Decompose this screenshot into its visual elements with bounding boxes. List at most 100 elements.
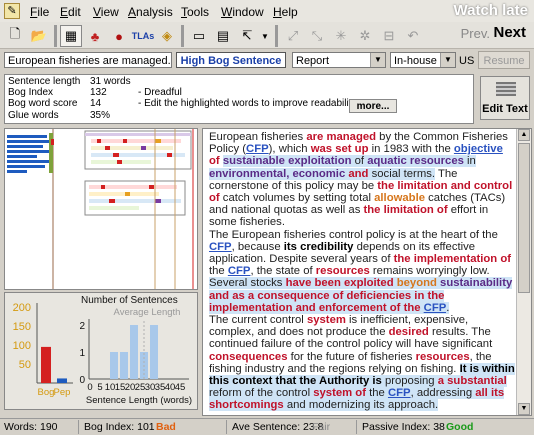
x-tick-label: Pep (54, 387, 71, 398)
menu-window[interactable]: Window (221, 5, 264, 19)
analyse-icon[interactable]: ▦ (60, 25, 82, 47)
sparkle-alt-icon[interactable]: ✲ (354, 25, 376, 47)
prev-button[interactable]: Prev. (461, 26, 490, 41)
highlighted-phrase[interactable]: CFP (387, 387, 411, 400)
audience-select[interactable]: In-house ▼ (390, 52, 456, 68)
undo-icon[interactable]: ↶ (402, 25, 424, 47)
new-document-icon[interactable]: 🗋 (4, 25, 26, 47)
highlighted-phrase[interactable]: proposing (381, 375, 438, 388)
resume-button[interactable]: Resume (478, 51, 530, 69)
highlighted-phrase[interactable]: beyond (396, 277, 437, 290)
document-text-pane[interactable]: European fisheries are managed by the Co… (202, 128, 532, 416)
highlighted-phrase[interactable]: Several stocks (209, 277, 286, 290)
highlighted-phrase[interactable]: a substantial (437, 375, 507, 388)
chevron-down-icon[interactable]: ▼ (370, 53, 385, 67)
grid-icon[interactable]: ▤ (212, 25, 234, 47)
highlighted-phrase[interactable]: CFP (423, 301, 447, 314)
x-tick-label: 30 (145, 382, 156, 393)
highlighted-phrase[interactable]: . (446, 301, 450, 314)
passive-rating: Good (446, 421, 474, 433)
style-icon[interactable]: ● (108, 25, 130, 47)
menu-edit[interactable]: Edit (60, 5, 81, 19)
highlighted-phrase[interactable]: desired (389, 326, 429, 338)
graphs-panel: 200 150 100 50 Bog Pep Number of Sentences Ave… (4, 292, 198, 410)
x-tick-label: 15 (115, 382, 126, 393)
highlighted-phrase[interactable]: CFP (209, 241, 232, 253)
highlighted-phrase[interactable]: are managed (306, 131, 376, 143)
text-run: European fisheries (209, 131, 307, 143)
highlighted-phrase[interactable]: of (351, 155, 368, 168)
highlighted-phrase[interactable]: have been exploited (285, 277, 394, 290)
open-folder-icon[interactable]: 📂 (28, 25, 50, 47)
highlighted-phrase[interactable]: , addressing (410, 387, 476, 400)
highlighted-phrase[interactable]: in (463, 155, 476, 168)
highlighted-phrase[interactable]: CFP (228, 265, 251, 277)
highlighted-phrase[interactable]: social terms. (371, 167, 436, 180)
y-tick-label: 0 (79, 375, 85, 386)
highlighted-phrase[interactable]: and as a consequence of deficiencies in … (209, 289, 445, 302)
highlighted-phrase[interactable]: aquatic resources (367, 155, 464, 168)
document-text[interactable]: European fisheries are managed by the Co… (209, 131, 515, 412)
highlighted-phrase[interactable]: of (209, 155, 223, 167)
highlighted-phrase[interactable]: objective (454, 143, 503, 155)
highlighted-phrase[interactable]: resources (416, 351, 470, 363)
highlighted-phrase[interactable]: consequences (209, 351, 287, 363)
edit-text-button[interactable]: Edit Text (480, 76, 530, 120)
next-button[interactable]: Next (493, 24, 526, 41)
menu-help[interactable]: Help (273, 5, 298, 19)
highlighted-phrase[interactable]: implementation and enforcement of the (209, 301, 424, 314)
vertical-scrollbar[interactable]: ▲ ▼ (516, 129, 531, 415)
frame-icon[interactable]: ▭ (188, 25, 210, 47)
scroll-thumb[interactable] (518, 143, 530, 293)
highlighted-phrase[interactable]: system (307, 314, 346, 326)
watch-later-overlay[interactable]: Watch late (454, 2, 528, 19)
wand-icon[interactable]: ⤢ (282, 25, 304, 47)
x-tick-label: 45 (175, 382, 186, 393)
split-icon[interactable]: ⊟ (378, 25, 400, 47)
locale-label[interactable]: US (459, 55, 474, 67)
menu-analysis[interactable]: Analysis (128, 5, 173, 19)
highlighted-phrase[interactable]: allowable (374, 192, 425, 204)
status-separator (78, 420, 79, 434)
highlighted-phrase[interactable]: CFP (246, 143, 269, 155)
x-tick-label: 40 (165, 382, 176, 393)
sentence-preview-field[interactable]: European fisheries are managed... (4, 52, 172, 68)
word-count: Words: 190 (4, 421, 58, 433)
chevron-down-icon[interactable]: ▼ (440, 53, 455, 67)
scroll-up-icon[interactable]: ▲ (518, 129, 530, 141)
doc-type-select[interactable]: Report ▼ (292, 52, 386, 68)
highlighted-phrase[interactable]: reform of the control (209, 387, 314, 400)
scroll-down-icon[interactable]: ▼ (518, 403, 530, 415)
highlighted-phrase[interactable]: was set up (311, 143, 369, 155)
highlighted-phrase[interactable]: resources (316, 265, 370, 277)
menu-view[interactable]: View (93, 5, 119, 19)
more-button[interactable]: more... (349, 99, 397, 113)
high-bog-sentence-button[interactable]: High Bog Sentence (176, 52, 286, 68)
highlighted-phrase[interactable]: and (345, 167, 372, 180)
chevron-down-icon[interactable]: ▼ (254, 25, 276, 47)
people-icon[interactable]: ♣ (84, 25, 106, 47)
highlighted-phrase[interactable]: environmental, economic (209, 167, 346, 180)
menu-tools[interactable]: Tools (181, 5, 209, 19)
tla-icon[interactable]: TLAs (132, 25, 155, 47)
sentence-map[interactable] (4, 128, 198, 290)
menu-file[interactable]: File (30, 5, 49, 19)
highlighted-phrase[interactable]: sustainable exploitation (222, 155, 352, 168)
highlighted-phrase[interactable]: the (365, 387, 388, 400)
highlighted-phrase[interactable]: and modernizing its approach. (283, 399, 439, 412)
menu-bar: ✎ File Edit View Analysis Tools Window H… (0, 0, 534, 22)
highlighted-phrase[interactable]: sustainability (440, 277, 513, 290)
highlighted-phrase[interactable]: the implementation of (394, 253, 511, 265)
highlighted-phrase[interactable]: its credibility (284, 241, 354, 253)
sparkle-icon[interactable]: ✳ (330, 25, 352, 47)
wand-alt-icon[interactable]: ⤡ (306, 25, 328, 47)
text-run: for the future of fisheries (287, 350, 416, 363)
highlighted-phrase[interactable]: the limitation of (364, 204, 448, 216)
bucket-icon[interactable]: ◈ (156, 25, 178, 47)
y-tick-label: 50 (19, 359, 31, 371)
status-bar: Words: 190 Bog Index: 101 Bad Ave Senten… (0, 418, 534, 435)
bog-chart: 200 150 100 50 Bog Pep (13, 302, 73, 398)
highlighted-phrase[interactable]: system of (313, 387, 366, 400)
x-tick-label: 5 (97, 382, 102, 393)
text-run: in 1983 with the (368, 143, 454, 156)
